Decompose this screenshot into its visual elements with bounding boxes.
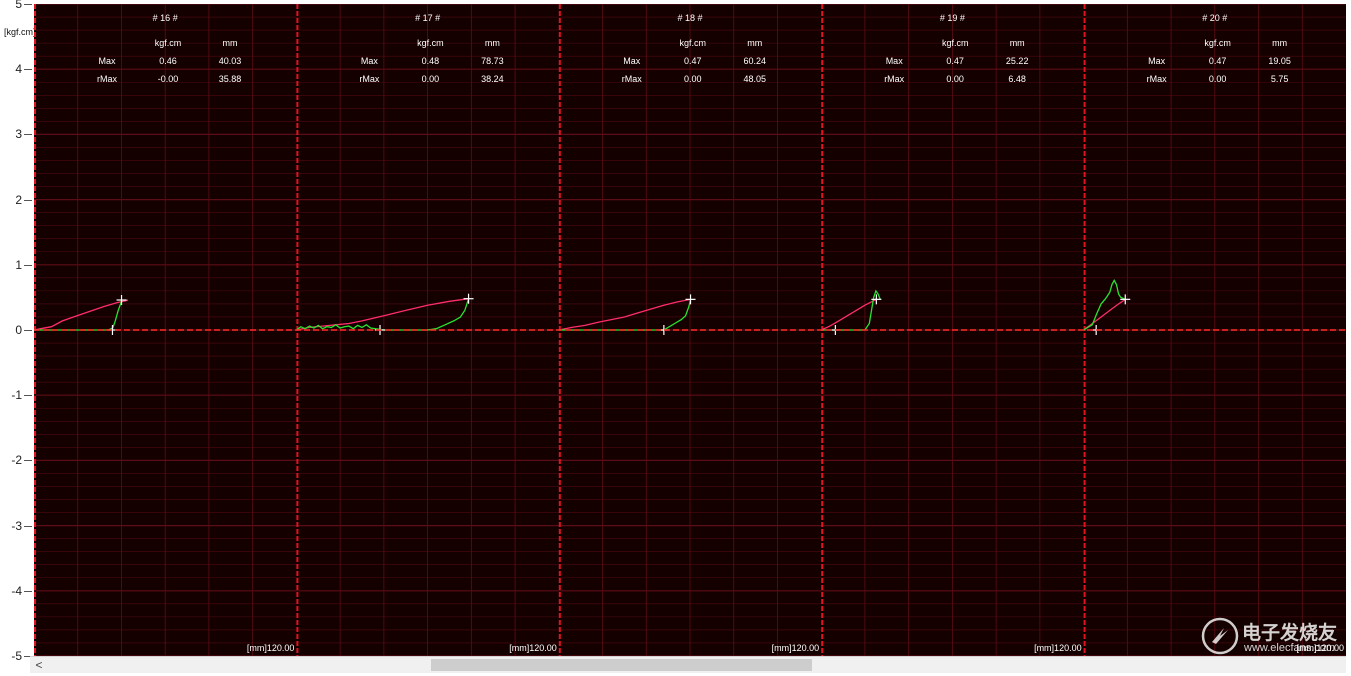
row-kgf-value: 0.47	[1209, 56, 1227, 66]
panel-title: # 20 #	[1202, 13, 1227, 23]
row-mm-value: 40.03	[219, 56, 242, 66]
y-tick-mark	[24, 199, 32, 201]
y-tick-label: -3	[11, 518, 22, 533]
scroll-left-arrow-icon[interactable]: <	[32, 657, 46, 673]
y-tick-label: 1	[15, 257, 22, 272]
row-kgf-value: 0.00	[684, 74, 702, 84]
return-curve	[296, 298, 470, 331]
x-end-label: [mm]120.00	[509, 643, 557, 653]
y-tick-mark	[24, 69, 32, 71]
col-header-kgf: kgf.cm	[155, 38, 182, 48]
y-tick-label: 5	[15, 0, 22, 11]
row-kgf-value: 0.46	[159, 56, 177, 66]
col-header-kgf: kgf.cm	[417, 38, 444, 48]
y-tick-label: 3	[15, 127, 22, 142]
row-label: Max	[361, 56, 379, 66]
col-header-kgf: kgf.cm	[1204, 38, 1231, 48]
y-tick-mark	[24, 525, 32, 527]
panel-title: # 17 #	[415, 13, 440, 23]
row-label: rMax	[622, 74, 642, 84]
row-mm-value: 25.22	[1006, 56, 1029, 66]
row-label: rMax	[884, 74, 904, 84]
col-header-mm: mm	[223, 38, 238, 48]
max-marker	[685, 294, 696, 305]
return-curve	[1083, 279, 1126, 331]
row-kgf-value: 0.48	[422, 56, 440, 66]
row-mm-value: 38.24	[481, 74, 504, 84]
y-tick-mark	[24, 134, 32, 136]
y-tick-mark	[24, 330, 32, 331]
row-kgf-value: 0.00	[1209, 74, 1227, 84]
max-marker	[463, 293, 474, 304]
col-header-kgf: kgf.cm	[942, 38, 969, 48]
row-mm-value: 60.24	[744, 56, 767, 66]
row-mm-value: 35.88	[219, 74, 242, 84]
y-tick-mark	[24, 4, 32, 5]
x-end-label: [mm]120.00	[1296, 643, 1344, 653]
col-header-mm: mm	[485, 38, 500, 48]
row-label: rMax	[97, 74, 117, 84]
col-header-kgf: kgf.cm	[680, 38, 707, 48]
y-tick-mark	[24, 460, 32, 462]
row-label: Max	[1148, 56, 1166, 66]
row-kgf-value: 0.47	[684, 56, 702, 66]
row-label: Max	[623, 56, 641, 66]
row-label: Max	[98, 56, 116, 66]
col-header-mm: mm	[1272, 38, 1287, 48]
y-axis: [kgf.cm] 5 4 3 2 1 0 -1 -2 -3 -4 -5	[0, 0, 36, 663]
y-tick-label: -4	[11, 583, 22, 598]
panel-title: # 18 #	[677, 13, 702, 23]
row-mm-value: 78.73	[481, 56, 504, 66]
row-label: rMax	[359, 74, 379, 84]
y-tick-label: -2	[11, 453, 22, 468]
plot-svg: # 16 # kgf.cm mm Max 0.46 40.03 rMax -0.00 35.88…	[34, 4, 1346, 656]
plot-area: # 16 # kgf.cm mm Max 0.46 40.03 rMax -0.00 35.88…	[34, 4, 1346, 656]
col-header-mm: mm	[747, 38, 762, 48]
return-curve	[821, 289, 881, 331]
max-marker	[116, 295, 127, 306]
y-tick-label: 0	[15, 323, 22, 337]
x-end-label: [mm]120.00	[247, 643, 295, 653]
y-tick-mark	[24, 590, 32, 592]
row-mm-value: 19.05	[1268, 56, 1291, 66]
y-tick-label: -1	[11, 388, 22, 403]
y-tick-label: 2	[15, 192, 22, 207]
y-unit-label: [kgf.cm]	[4, 27, 36, 37]
row-kgf-value: -0.00	[158, 74, 179, 84]
y-tick-mark	[24, 264, 32, 266]
horizontal-scrollbar[interactable]: <	[30, 656, 1346, 673]
col-header-mm: mm	[1010, 38, 1025, 48]
x-end-label: [mm]120.00	[1034, 643, 1082, 653]
y-tick-label: 4	[15, 62, 22, 77]
scroll-thumb[interactable]	[431, 659, 812, 671]
row-mm-value: 48.05	[744, 74, 767, 84]
max-marker	[1120, 294, 1131, 305]
row-kgf-value: 0.00	[946, 74, 964, 84]
window-edge	[1346, 0, 1351, 676]
panel-title: # 19 #	[940, 13, 965, 23]
row-label: Max	[886, 56, 904, 66]
y-tick-mark	[24, 395, 32, 397]
panel-title: # 16 #	[153, 13, 178, 23]
row-mm-value: 5.75	[1271, 74, 1289, 84]
row-label: rMax	[1147, 74, 1167, 84]
y-tick-label: -5	[11, 649, 22, 663]
row-kgf-value: 0.47	[946, 56, 964, 66]
row-mm-value: 6.48	[1008, 74, 1026, 84]
x-end-label: [mm]120.00	[772, 643, 820, 653]
row-kgf-value: 0.00	[422, 74, 440, 84]
